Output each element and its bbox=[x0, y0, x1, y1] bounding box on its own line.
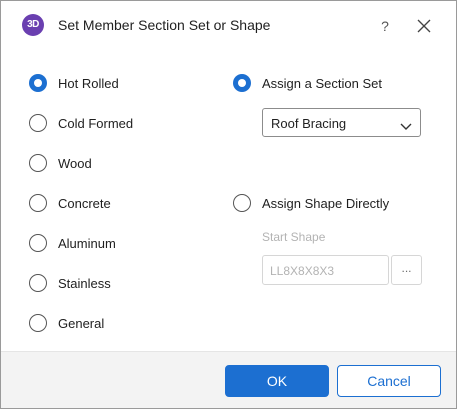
radio-indicator bbox=[29, 194, 47, 212]
radio-indicator bbox=[29, 274, 47, 292]
title-bar: 3D Set Member Section Set or Shape ? bbox=[1, 1, 456, 51]
section-set-dropdown[interactable]: Roof Bracing bbox=[262, 108, 421, 137]
radio-aluminum[interactable]: Aluminum bbox=[29, 232, 116, 254]
section-set-selected-value: Roof Bracing bbox=[271, 116, 347, 131]
radio-assign-shape-directly[interactable]: Assign Shape Directly bbox=[233, 192, 389, 214]
chevron-down-icon bbox=[400, 118, 412, 136]
radio-label-general: General bbox=[58, 315, 105, 331]
radio-indicator bbox=[29, 154, 47, 172]
cancel-button[interactable]: Cancel bbox=[337, 365, 441, 397]
radio-indicator bbox=[29, 314, 47, 332]
browse-shape-button[interactable]: ... bbox=[391, 255, 422, 285]
radio-indicator bbox=[29, 114, 47, 132]
radio-indicator bbox=[233, 194, 251, 212]
radio-label-wood: Wood bbox=[58, 155, 92, 171]
help-button[interactable]: ? bbox=[375, 15, 395, 37]
start-shape-value: LL8X8X8X3 bbox=[270, 264, 335, 278]
dialog-footer: OK Cancel bbox=[1, 351, 456, 408]
radio-concrete[interactable]: Concrete bbox=[29, 192, 111, 214]
radio-indicator bbox=[29, 234, 47, 252]
radio-stainless[interactable]: Stainless bbox=[29, 272, 111, 294]
close-icon bbox=[417, 19, 431, 33]
radio-label-assign-section-set: Assign a Section Set bbox=[262, 75, 382, 91]
radio-general[interactable]: General bbox=[29, 312, 104, 334]
start-shape-field[interactable]: LL8X8X8X3 bbox=[262, 255, 389, 285]
app-logo-icon: 3D bbox=[22, 14, 44, 36]
close-button[interactable] bbox=[411, 13, 437, 39]
radio-indicator-checked bbox=[29, 74, 47, 92]
radio-assign-section-set[interactable]: Assign a Section Set bbox=[233, 72, 382, 94]
radio-label-hot-rolled: Hot Rolled bbox=[58, 75, 119, 91]
set-member-section-dialog: 3D Set Member Section Set or Shape ? Hot… bbox=[0, 0, 457, 409]
radio-cold-formed[interactable]: Cold Formed bbox=[29, 112, 133, 134]
radio-label-cold-formed: Cold Formed bbox=[58, 115, 134, 131]
radio-label-stainless: Stainless bbox=[58, 275, 111, 291]
start-shape-label: Start Shape bbox=[262, 230, 326, 244]
radio-label-assign-shape-directly: Assign Shape Directly bbox=[262, 195, 390, 211]
dialog-body: Hot Rolled Cold Formed Wood Concrete Alu… bbox=[1, 51, 456, 351]
radio-label-aluminum: Aluminum bbox=[58, 235, 116, 251]
radio-hot-rolled[interactable]: Hot Rolled bbox=[29, 72, 119, 94]
dialog-title: Set Member Section Set or Shape bbox=[58, 17, 271, 33]
ok-button[interactable]: OK bbox=[225, 365, 329, 397]
radio-wood[interactable]: Wood bbox=[29, 152, 92, 174]
radio-indicator-checked bbox=[233, 74, 251, 92]
radio-label-concrete: Concrete bbox=[58, 195, 111, 211]
